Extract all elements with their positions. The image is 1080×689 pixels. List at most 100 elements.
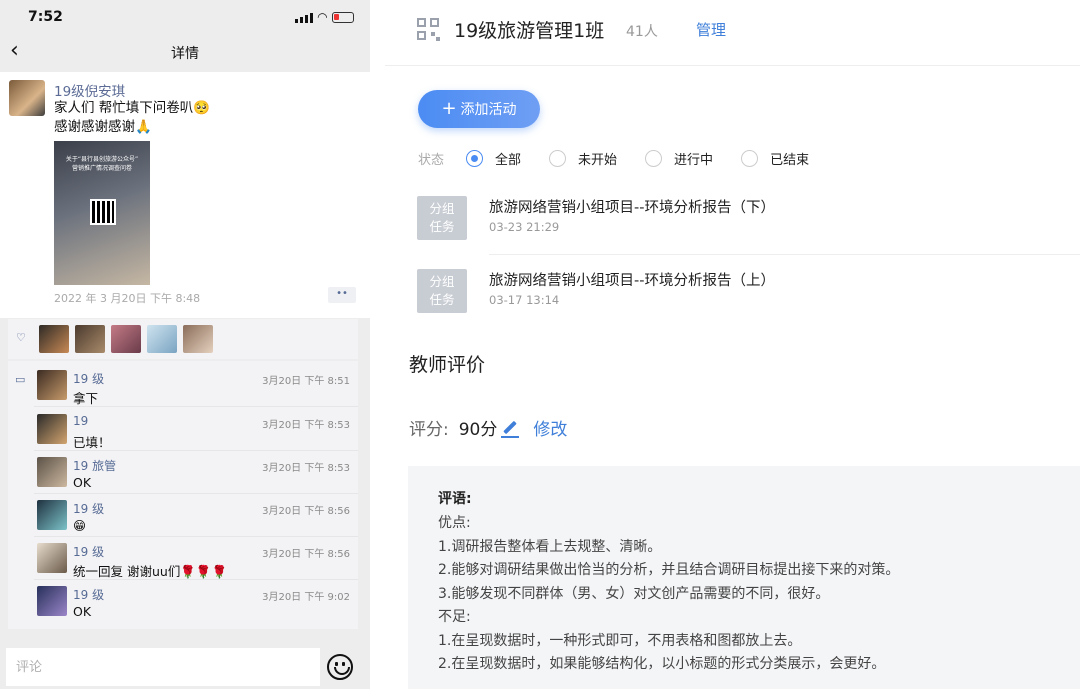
comment-time: 3月20日 下午 8:56 <box>262 549 350 560</box>
comment-time: 3月20日 下午 8:56 <box>262 506 350 517</box>
comment-text: 😁 <box>73 518 87 533</box>
badge-line: 分组 <box>429 201 455 216</box>
commenter-avatar[interactable] <box>37 500 67 530</box>
like-avatar[interactable] <box>39 325 69 353</box>
author-avatar[interactable] <box>9 80 45 116</box>
filter-option-all[interactable]: 全部 <box>466 149 521 168</box>
add-activity-button[interactable]: + 添加活动 <box>418 90 540 128</box>
comment-line: 1.在呈现数据时，一种形式即可，不用表格和图都放上去。 <box>438 632 802 649</box>
add-activity-label: 添加活动 <box>460 102 517 118</box>
comment-time: 3月20日 下午 8:53 <box>262 463 350 474</box>
image-caption-line: 营销推广情况调查问卷 <box>71 165 132 172</box>
status-bar: 7:52 ◠ <box>0 0 370 34</box>
filter-option-in-progress[interactable]: 进行中 <box>645 149 713 168</box>
radio-icon <box>741 149 759 167</box>
comment-line: 3.能够发现不同群体（男、女）对文创产品需要的不同，很好。 <box>438 585 830 602</box>
post-text-line: 家人们 帮忙填下问卷叭🥺 <box>54 100 211 116</box>
comment-row[interactable]: 19 3月20日 下午 8:53 已填！ <box>34 408 358 451</box>
filter-option-label: 已结束 <box>770 152 810 168</box>
battery-icon <box>332 11 354 23</box>
badge-line: 任务 <box>429 292 455 307</box>
commenter-name[interactable]: 19 旅管 <box>73 457 116 474</box>
edit-score-link[interactable]: 修改 <box>533 415 567 440</box>
image-caption-line: 关于“县行县创旅游公众号” <box>65 156 139 163</box>
comment-time: 3月20日 下午 8:51 <box>262 376 350 387</box>
like-avatar[interactable] <box>75 325 105 353</box>
comment-text: OK <box>73 604 92 619</box>
commenter-avatar[interactable] <box>37 543 67 573</box>
comment-row[interactable]: 19 级 3月20日 下午 8:51 拿下 <box>34 364 358 407</box>
commenter-avatar[interactable] <box>37 586 67 616</box>
status-time: 7:52 <box>28 9 63 25</box>
task-title[interactable]: 旅游网络营销小组项目--环境分析报告（下） <box>489 196 775 217</box>
teacher-comment-box: 评语: 优点: 1.调研报告整体看上去规整、清晰。 2.能够对调研结果做出恰当的… <box>408 466 1080 689</box>
comment-input-bar <box>0 644 370 689</box>
post-image[interactable]: 关于“县行县创旅游公众号” 营销推广情况调查问卷 <box>54 141 150 285</box>
task-date: 03-17 13:14 <box>489 293 560 307</box>
author-name[interactable]: 19级倪安琪 <box>54 80 125 100</box>
post-text-line: 感谢感谢感谢🙏 <box>54 119 152 135</box>
likes-panel: ♡ <box>8 319 358 359</box>
like-avatar[interactable] <box>111 325 141 353</box>
task-type-badge: 分组 任务 <box>417 196 467 240</box>
comment-row[interactable]: 19 级 3月20日 下午 9:02 OK <box>34 580 358 623</box>
screenshot-root: 7:52 ◠ ‹ 详情 19级倪安琪 家人们 帮忙填下问卷叭🥺 感谢感谢感谢🙏 … <box>0 0 1080 689</box>
task-title[interactable]: 旅游网络营销小组项目--环境分析报告（上） <box>489 269 775 290</box>
emoji-icon[interactable] <box>327 654 353 680</box>
commenter-name[interactable]: 19 级 <box>73 586 104 603</box>
image-caption: 关于“县行县创旅游公众号” 营销推广情况调查问卷 <box>54 155 150 173</box>
phone-moment-detail: 7:52 ◠ ‹ 详情 19级倪安琪 家人们 帮忙填下问卷叭🥺 感谢感谢感谢🙏 … <box>0 0 370 689</box>
comment-row[interactable]: 19 级 3月20日 下午 8:56 统一回复 谢谢uu们🌹🌹🌹 <box>34 537 358 580</box>
commenter-avatar[interactable] <box>37 457 67 487</box>
comment-text: OK <box>73 475 92 490</box>
status-icons: ◠ <box>294 10 354 24</box>
score-label: 评分: <box>409 419 449 440</box>
nav-title: 详情 <box>171 46 199 62</box>
task-item[interactable]: 分组 任务 旅游网络营销小组项目--环境分析报告（下） 03-23 21:29 <box>417 196 1080 256</box>
comment-line: 1.调研报告整体看上去规整、清晰。 <box>438 538 662 555</box>
task-item[interactable]: 分组 任务 旅游网络营销小组项目--环境分析报告（上） 03-17 13:14 <box>417 269 1080 329</box>
like-avatar[interactable] <box>183 325 213 353</box>
like-avatar[interactable] <box>147 325 177 353</box>
badge-line: 任务 <box>429 219 455 234</box>
filter-option-not-started[interactable]: 未开始 <box>549 149 617 168</box>
badge-line: 分组 <box>429 274 455 289</box>
comments-panel: ▭ 19 级 3月20日 下午 8:51 拿下 19 3月20日 下午 8:53… <box>8 361 358 629</box>
commenter-name[interactable]: 19 级 <box>73 370 104 387</box>
comment-line: 2.在呈现数据时，如果能够结构化，以小标题的形式分类展示，会更好。 <box>438 656 886 672</box>
commenter-avatar[interactable] <box>37 370 67 400</box>
comment-line: 不足: <box>438 609 471 625</box>
pencil-icon[interactable] <box>501 420 520 438</box>
commenter-name[interactable]: 19 级 <box>73 500 104 517</box>
filter-option-label: 未开始 <box>578 152 618 168</box>
post-timestamp: 2022 年 3 月20日 下午 8:48 <box>54 292 201 305</box>
comment-heading: 评语: <box>438 491 472 507</box>
commenter-name[interactable]: 19 <box>73 414 88 428</box>
wifi-icon: ◠ <box>317 10 327 24</box>
signal-icon <box>294 12 313 23</box>
score-row: 评分: 90分 修改 <box>409 414 567 440</box>
nav-bar: ‹ 详情 <box>0 34 370 72</box>
qr-code-image <box>90 199 116 225</box>
comment-time: 3月20日 下午 9:02 <box>262 592 350 603</box>
comment-input[interactable] <box>6 648 320 686</box>
comment-icon: ▭ <box>15 373 26 386</box>
comment-row[interactable]: 19 级 3月20日 下午 8:56 😁 <box>34 494 358 537</box>
filter-option-label: 全部 <box>495 152 522 168</box>
heart-icon: ♡ <box>16 331 26 344</box>
plus-icon: + <box>441 98 457 119</box>
comment-line: 2.能够对调研结果做出恰当的分析，并且结合调研目标提出接下来的对策。 <box>438 562 900 578</box>
commenter-name[interactable]: 19 级 <box>73 543 104 560</box>
manage-link[interactable]: 管理 <box>696 19 726 40</box>
qr-code-icon[interactable] <box>417 18 441 42</box>
filter-option-ended[interactable]: 已结束 <box>741 149 809 168</box>
radio-icon <box>549 149 567 167</box>
comment-row[interactable]: 19 旅管 3月20日 下午 8:53 OK <box>34 451 358 494</box>
commenter-avatar[interactable] <box>37 414 67 444</box>
comment-time: 3月20日 下午 8:53 <box>262 420 350 431</box>
task-type-badge: 分组 任务 <box>417 269 467 313</box>
post-text: 家人们 帮忙填下问卷叭🥺 感谢感谢感谢🙏 <box>54 99 210 137</box>
back-chevron-icon[interactable]: ‹ <box>10 38 19 63</box>
task-date: 03-23 21:29 <box>489 220 560 234</box>
more-actions-button[interactable]: •• <box>328 287 356 303</box>
